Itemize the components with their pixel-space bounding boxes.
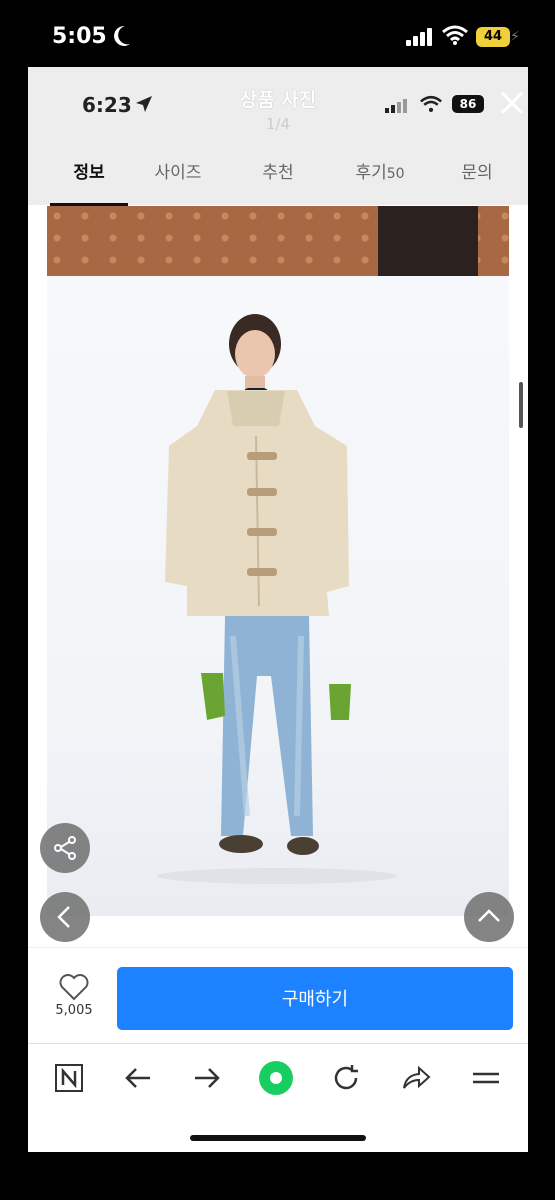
share-button[interactable] [40, 823, 90, 873]
tab-label: 추천 [262, 163, 294, 183]
tab-label: 문의 [461, 163, 493, 183]
home-indicator [190, 1135, 366, 1141]
arrow-right-icon [195, 1068, 220, 1088]
green-dot-button[interactable] [258, 1060, 294, 1096]
battery-indicator: 86 [452, 95, 484, 113]
refresh-icon [334, 1065, 358, 1090]
scroll-top-button[interactable] [464, 892, 514, 942]
share-icon [54, 836, 76, 860]
naver-n-icon [55, 1064, 83, 1092]
naver-home-button[interactable] [51, 1060, 87, 1096]
scrollbar[interactable] [519, 382, 523, 428]
wifi-icon [420, 95, 442, 113]
close-icon[interactable] [498, 89, 526, 117]
chevron-up-icon [478, 909, 500, 922]
photo-counter: 1/4 [265, 115, 291, 133]
menu-button[interactable] [468, 1060, 504, 1096]
browser-toolbar [28, 1043, 528, 1114]
share-page-button[interactable] [398, 1060, 434, 1096]
previous-button[interactable] [40, 892, 90, 942]
tab-label: 후기 [355, 163, 387, 183]
menu-icon [473, 1072, 499, 1084]
tab-label: 정보 [73, 163, 105, 183]
inner-screen: 6:23 상품 사진 1/4 86 정보 사이즈 추천 후기50 문의 5,00… [28, 67, 528, 1152]
photo-viewer-header: 6:23 상품 사진 1/4 86 정보 사이즈 추천 후기50 문의 [28, 67, 528, 206]
signal-icon [385, 99, 407, 113]
green-dot-icon [259, 1061, 293, 1095]
tab-bar: 정보 사이즈 추천 후기50 문의 [28, 155, 528, 206]
forward-button[interactable] [189, 1060, 225, 1096]
charging-icon: ⚡ [510, 29, 520, 45]
tab-inquiry[interactable]: 문의 [438, 155, 516, 203]
signal-icon [406, 28, 432, 46]
heart-icon [59, 974, 89, 1001]
review-count: 50 [386, 166, 405, 182]
back-button[interactable] [120, 1060, 156, 1096]
battery-indicator: 44 [476, 27, 510, 47]
like-button[interactable]: 5,005 [46, 973, 102, 1018]
tab-label: 사이즈 [154, 163, 202, 183]
tab-size[interactable]: 사이즈 [138, 155, 218, 203]
share-arrow-icon [403, 1065, 431, 1089]
tab-reviews[interactable]: 후기50 [334, 155, 426, 203]
model-illustration [157, 314, 397, 884]
outer-status-bar: 5:05 44 ⚡ [0, 0, 555, 70]
buy-button[interactable]: 구매하기 [117, 967, 513, 1030]
arrow-left-icon [125, 1068, 150, 1088]
moon-icon [114, 25, 130, 46]
previous-photo-strip-dark [378, 206, 478, 276]
refresh-button[interactable] [328, 1060, 364, 1096]
like-count: 5,005 [55, 1003, 93, 1018]
outer-clock: 5:05 [52, 24, 107, 49]
product-photo [47, 276, 509, 916]
tab-info[interactable]: 정보 [50, 155, 128, 206]
chevron-left-icon [57, 906, 70, 928]
tab-recommend[interactable]: 추천 [238, 155, 318, 203]
wifi-icon [442, 25, 468, 45]
